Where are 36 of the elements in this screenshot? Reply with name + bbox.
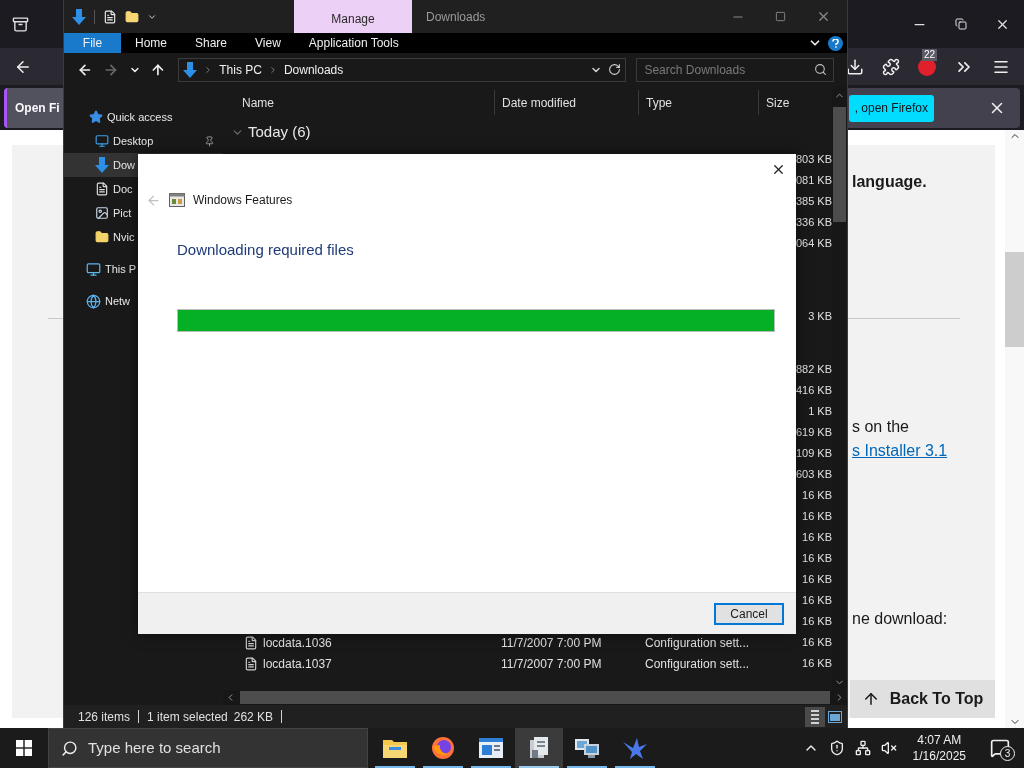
file-size: 16 KB: [802, 488, 832, 504]
date-modified: 11/7/2007 7:00 PM: [501, 656, 602, 671]
item-count: 126 items: [78, 708, 131, 726]
file-size: 619 KB: [795, 425, 832, 441]
file-size: 385 KB: [795, 194, 832, 210]
file-size: 336 KB: [795, 215, 832, 231]
file-size: 16 KB: [802, 530, 832, 546]
file-size: 16 KB: [802, 614, 832, 630]
file-size: 603 KB: [795, 467, 832, 483]
date-modified: 11/7/2007 7:00 PM: [501, 635, 602, 650]
file-size: 3 KB: [808, 309, 832, 325]
notification-count: 3: [1000, 746, 1015, 761]
file-type: Configuration sett...: [645, 635, 750, 650]
file-size: 16 KB: [802, 656, 832, 672]
file-size: 16 KB: [802, 635, 832, 651]
file-type: Configuration sett...: [645, 656, 750, 671]
file-size: 882 KB: [795, 362, 832, 378]
selection-size: 262 KB: [233, 708, 274, 726]
file-size: 109 KB: [795, 446, 832, 462]
page-text: s on the: [852, 417, 910, 437]
page-text: ne download:: [852, 609, 949, 629]
selection-count: 1 item selected: [147, 708, 228, 726]
file-size: 16 KB: [802, 593, 832, 609]
file-size: 803 KB: [795, 152, 832, 168]
dialog-title: Windows Features: [193, 192, 293, 209]
window-title: Downloads: [425, 9, 487, 26]
file-size: 081 KB: [795, 173, 832, 189]
file-size: 16 KB: [802, 551, 832, 567]
file-size: 064 KB: [795, 236, 832, 252]
page-heading: language.: [852, 172, 928, 192]
file-size: 16 KB: [802, 572, 832, 588]
file-size: 416 KB: [795, 383, 832, 399]
count-badge: 22: [922, 48, 938, 61]
file-size: 1 KB: [808, 404, 832, 420]
dialog-heading: Downloading required files: [176, 240, 355, 260]
file-size: 16 KB: [802, 509, 832, 525]
